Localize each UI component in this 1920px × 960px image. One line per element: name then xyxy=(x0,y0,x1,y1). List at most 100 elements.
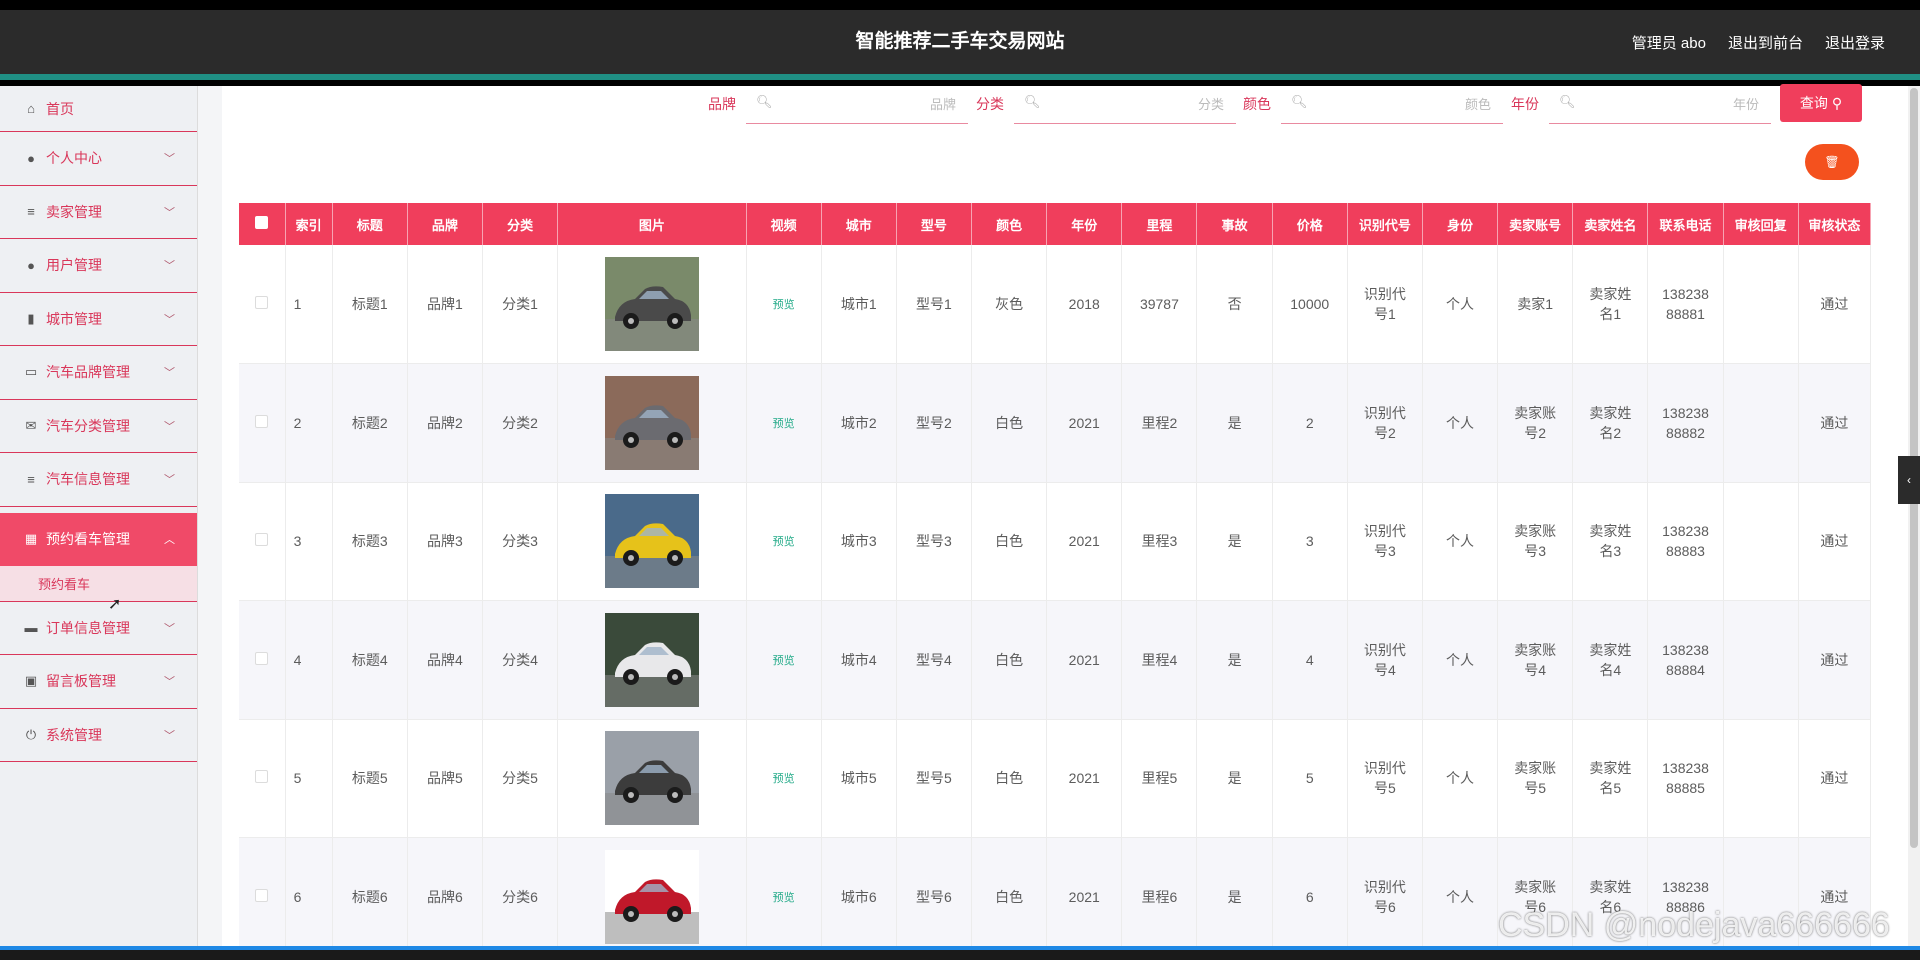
seller-name-value: 卖家姓名2 xyxy=(1589,404,1632,441)
review-reply-cell xyxy=(1723,245,1799,364)
color-cell: 白色 xyxy=(971,363,1048,483)
sidebar-item-car-category-management[interactable]: ✉ 汽车分类管理 ﹀ xyxy=(0,400,197,453)
video-preview-link[interactable]: 预览 xyxy=(773,299,795,311)
image-cell xyxy=(557,363,747,483)
sidebar-item-label: 系统管理 xyxy=(46,726,102,743)
year-input[interactable] xyxy=(1579,90,1759,118)
video-preview-link[interactable]: 预览 xyxy=(773,418,795,430)
color-input[interactable] xyxy=(1311,90,1491,118)
column-header: 标题 xyxy=(332,203,408,245)
sidebar-item-car-info-management[interactable]: ≡ 汽车信息管理 ﹀ xyxy=(0,453,197,507)
query-button[interactable]: 查询 ⚲ xyxy=(1780,84,1862,122)
vin-value: 识别代号6 xyxy=(1363,878,1406,915)
row-checkbox[interactable] xyxy=(255,888,269,902)
sidebar-item-seller-management[interactable]: ≡ 卖家管理 ﹀ xyxy=(0,186,197,239)
sidebar-item-user-management[interactable]: ● 用户管理 ﹀ xyxy=(0,239,197,293)
image-cell xyxy=(557,482,747,601)
video-preview-link[interactable]: 预览 xyxy=(773,892,795,904)
brand-cell: 品牌3 xyxy=(407,482,484,601)
video-preview-link[interactable]: 预览 xyxy=(773,536,795,548)
image-cell xyxy=(557,719,747,838)
column-header: 审核状态 xyxy=(1798,203,1872,245)
row-checkbox[interactable] xyxy=(255,533,269,547)
sidebar-item-personal-center[interactable]: ● 个人中心 ﹀ xyxy=(0,132,197,186)
chevron-down-icon: ﹀ xyxy=(164,313,175,326)
table-row[interactable]: 2 标题2 品牌2 分类2 预览 城市2 型号2 白色 2021 里程2 是 2 识别代号2 个人 卖家账号… xyxy=(239,363,1872,483)
sidebar-item-label: 个人中心 xyxy=(46,150,102,167)
seller-name-cell: 卖家姓名3 xyxy=(1572,482,1649,601)
price-cell: 4 xyxy=(1272,600,1348,720)
table-row[interactable]: 3 标题3 品牌3 分类3 预览 城市3 型号3 白色 2021 里程3 是 3 识别代号3 个人 卖家账号… xyxy=(239,482,1872,601)
top-bar: 智能推荐二手车交易网站 管理员 abo 退出到前台 退出登录 xyxy=(0,10,1920,80)
car-photo[interactable] xyxy=(604,612,699,707)
category-input[interactable] xyxy=(1044,90,1224,118)
power-icon: ⏻ xyxy=(25,726,37,742)
seller-account-cell: 卖家账号2 xyxy=(1497,363,1574,483)
accident-cell: 否 xyxy=(1196,245,1273,364)
image-cell xyxy=(557,600,747,720)
vin-value: 识别代号3 xyxy=(1363,523,1406,560)
column-header: 视频 xyxy=(746,203,822,245)
vin-value: 识别代号2 xyxy=(1363,404,1406,441)
model-cell: 型号2 xyxy=(896,363,973,483)
phone-cell: 13823888883 xyxy=(1647,482,1724,601)
video-preview-link[interactable]: 预览 xyxy=(773,655,795,667)
car-photo[interactable] xyxy=(604,731,699,826)
sidebar-item-appointment-management[interactable]: ▦ 预约看车管理 ︿ xyxy=(0,512,197,566)
vin-value: 识别代号1 xyxy=(1363,286,1406,322)
seller-name-cell: 卖家姓名2 xyxy=(1572,363,1649,483)
delete-button[interactable]: 🗑︎ xyxy=(1805,144,1859,180)
video-cell: 预览 xyxy=(746,837,822,957)
row-checkbox[interactable] xyxy=(255,296,269,309)
video-cell: 预览 xyxy=(746,482,822,601)
row-checkbox[interactable] xyxy=(255,651,269,665)
index-cell: 1 xyxy=(285,245,333,364)
review-status-cell: 通过 xyxy=(1798,600,1872,720)
sidebar-item-order-management[interactable]: ▬ 订单信息管理 ﹀ xyxy=(0,602,197,655)
table-row[interactable]: 5 标题5 品牌5 分类5 预览 城市5 型号5 白色 2021 里程5 是 5 识别代号5 个人 卖家账号… xyxy=(239,719,1872,838)
select-cell xyxy=(239,482,286,601)
row-checkbox[interactable] xyxy=(255,770,269,784)
video-preview-link[interactable]: 预览 xyxy=(773,773,795,785)
clipboard-icon: ▣ xyxy=(24,673,38,689)
search-bar: 品牌 🔍︎ 分类 🔍︎ 颜色 🔍︎ 年份 🔍︎ 查询 ⚲ xyxy=(222,84,1908,126)
index-cell: 6 xyxy=(285,837,333,957)
car-photo[interactable] xyxy=(604,257,699,351)
car-photo[interactable] xyxy=(604,849,699,944)
table-row[interactable]: 1 标题1 品牌1 分类1 预览 城市1 型号1 灰色 2018 39787 否 10000 识别代号1… xyxy=(239,245,1872,364)
car-photo[interactable] xyxy=(604,494,699,589)
back-to-front-link[interactable]: 退出到前台 xyxy=(1728,32,1803,53)
logout-link[interactable]: 退出登录 xyxy=(1825,32,1885,53)
collapse-panel-tab[interactable]: ‹ xyxy=(1898,456,1920,504)
chevron-down-icon: ﹀ xyxy=(164,260,175,273)
review-reply-cell xyxy=(1723,482,1799,601)
sidebar-item-label: 汽车信息管理 xyxy=(46,471,130,488)
brand-label: 品牌 xyxy=(708,96,736,112)
seller-account-value: 卖家1 xyxy=(1517,296,1554,312)
select-all-checkbox[interactable] xyxy=(255,216,269,229)
query-button-label: 查询 xyxy=(1799,95,1828,111)
table-row[interactable]: 4 标题4 品牌4 分类4 预览 城市4 型号4 白色 2021 里程4 是 4 识别代号4 个人 卖家账号… xyxy=(239,600,1872,720)
car-photo[interactable] xyxy=(604,375,699,470)
seller-name-cell: 卖家姓名1 xyxy=(1572,245,1649,364)
sidebar-item-system-management[interactable]: ⏻ 系统管理 ﹀ xyxy=(0,709,197,762)
sidebar-item-label: 汽车品牌管理 xyxy=(46,364,130,381)
sidebar-item-label: 首页 xyxy=(46,100,74,117)
sidebar-item-car-brand-management[interactable]: ▭ 汽车品牌管理 ﹀ xyxy=(0,346,197,400)
sidebar-subitem-appointment[interactable]: 预约看车 xyxy=(0,565,197,602)
sidebar-item-message-board-management[interactable]: ▣ 留言板管理 ﹀ xyxy=(0,655,197,709)
identity-cell: 个人 xyxy=(1422,245,1499,364)
sidebar-item-city-management[interactable]: ▮ 城市管理 ﹀ xyxy=(0,293,197,346)
accident-cell: 是 xyxy=(1196,600,1273,720)
mileage-cell: 里程4 xyxy=(1121,600,1198,720)
phone-cell: 13823888882 xyxy=(1647,363,1724,483)
index-cell: 2 xyxy=(285,363,333,483)
top-links: 管理员 abo 退出到前台 退出登录 xyxy=(1632,10,1885,74)
search-icon: 🔍︎ xyxy=(1024,94,1041,109)
brand-input[interactable] xyxy=(776,90,956,118)
row-checkbox[interactable] xyxy=(255,414,269,428)
phone-cell: 13823888885 xyxy=(1647,719,1724,838)
printer-icon: ▬ xyxy=(24,620,38,636)
video-cell: 预览 xyxy=(746,719,822,838)
sidebar-item-home[interactable]: ⌂ 首页 xyxy=(0,86,197,132)
